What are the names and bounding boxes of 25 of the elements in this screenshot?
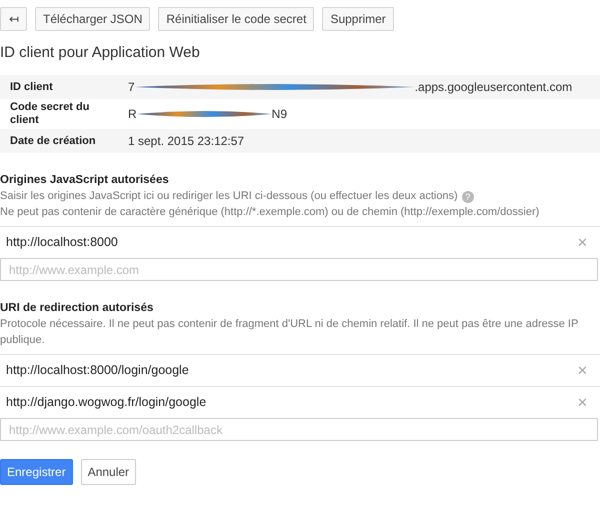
- section-heading: Origines JavaScript autorisées: [0, 173, 170, 188]
- uri-entry: http://django.wogwog.fr/login/google: [6, 394, 206, 412]
- uri-entry: http://localhost:8000/login/google: [6, 362, 189, 380]
- toolbar-button[interactable]: Supprimer: [322, 7, 394, 31]
- field-value: R: [128, 106, 137, 123]
- field-label: Code secret du client: [10, 101, 90, 127]
- help-text: Protocole nécessaire. Il ne peut pas contenir de fragment d'URL ni de chemin relatif. Il ne peut pas être une adresse IP publique.: [0, 318, 578, 346]
- back-button[interactable]: ↤: [0, 7, 27, 31]
- uri-input[interactable]: http://www.example.com/oauth2callback: [0, 418, 598, 441]
- field-value: 7: [128, 79, 135, 96]
- help-text: Ne peut pas contenir de caractère générique (http://*.exemple.com) ou de chemin (http://exemple.com/dossier): [0, 206, 540, 218]
- field-value: 1 sept. 2015 23:12:57: [128, 133, 244, 150]
- field-value: N9: [272, 106, 288, 123]
- toolbar-button[interactable]: Réinitialiser le code secret: [158, 7, 314, 31]
- save-button[interactable]: Enregistrer: [0, 459, 73, 485]
- help-text: Saisir les origines JavaScript ici ou rediriger les URI ci-dessous (ou effectuer les deux actions): [0, 190, 458, 202]
- section-heading: URI de redirection autorisés: [0, 301, 154, 316]
- toolbar-button[interactable]: Télécharger JSON: [35, 7, 150, 31]
- field-label: Date de création: [10, 134, 97, 148]
- page-title: ID client pour Application Web: [0, 43, 201, 63]
- uri-input[interactable]: http://www.example.com: [0, 258, 598, 281]
- field-label: ID client: [10, 80, 54, 94]
- cancel-button[interactable]: Annuler: [80, 459, 136, 485]
- uri-entry: http://localhost:8000: [6, 234, 118, 252]
- field-value: .apps.googleusercontent.com: [414, 79, 572, 96]
